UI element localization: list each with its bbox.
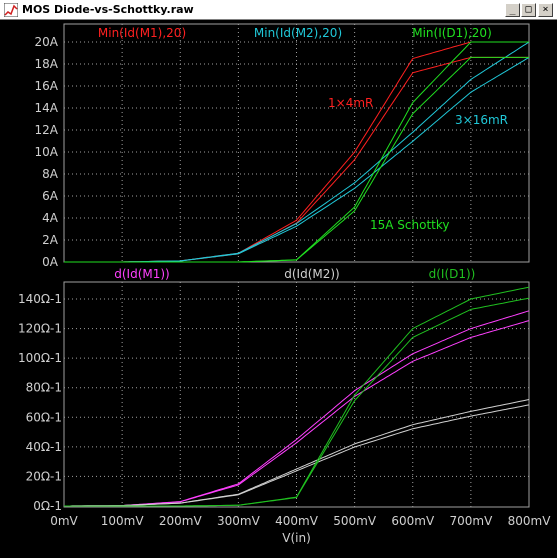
legend-m2[interactable]: Min(Id(M2),20) — [254, 26, 342, 40]
x-tick-label: 700mV — [449, 514, 493, 528]
minimize-button[interactable]: _ — [505, 3, 520, 17]
waveform-app-icon — [4, 3, 18, 17]
bottom-y-tick-label: 0Ω-1 — [33, 499, 62, 513]
annotation-m1: 1×4mR — [328, 96, 373, 110]
legend-m1[interactable]: Min(Id(M1),20) — [98, 26, 186, 40]
x-tick-label: 600mV — [391, 514, 435, 528]
trace-dd1 — [64, 286, 530, 507]
x-tick-labels: 0mV 100mV 200mV 300mV 400mV 500mV 600mV 700mV 80… — [50, 514, 551, 528]
top-y-tick-label: 0A — [42, 255, 59, 269]
maximize-button[interactable]: □ — [521, 3, 536, 17]
x-axis-label: V(in) — [282, 531, 311, 545]
bottom-y-tick-label: 40Ω-1 — [26, 440, 62, 454]
legend-dd1[interactable]: d(I(D1)) — [429, 267, 476, 281]
top-y-tick-label: 8A — [42, 167, 59, 181]
bottom-grid — [64, 282, 529, 507]
top-y-tick-label: 18A — [35, 57, 59, 71]
top-y-tick-label: 2A — [42, 233, 59, 247]
title-bar[interactable]: MOS Diode-vs-Schottky.raw _ □ × — [0, 0, 557, 20]
bottom-y-tick-label: 60Ω-1 — [26, 410, 62, 424]
top-y-tick-label: 14A — [35, 101, 59, 115]
top-legend: Min(Id(M1),20) Min(Id(M2),20) Min(I(D1),… — [98, 26, 492, 40]
bottom-y-tick-labels: 0Ω-1 20Ω-1 40Ω-1 60Ω-1 80Ω-1 100Ω-1 120Ω-1 140Ω… — [18, 292, 62, 513]
x-tick-label: 200mV — [159, 514, 203, 528]
legend-dm2[interactable]: d(Id(M2)) — [284, 267, 340, 281]
bottom-traces — [64, 286, 530, 507]
legend-d1[interactable]: Min(I(D1),20) — [412, 26, 492, 40]
bottom-y-tick-label: 20Ω-1 — [26, 469, 62, 483]
bottom-y-tick-label: 120Ω-1 — [18, 322, 62, 336]
top-plot-pane[interactable]: 0A 2A 4A 6A 8A 10A 12A 14A 16A 18A 20A Min(Id(M1),… — [35, 23, 530, 269]
x-tick-label: 800mV — [508, 514, 552, 528]
top-y-tick-label: 10A — [35, 145, 59, 159]
x-tick-label: 500mV — [333, 514, 377, 528]
legend-dm1[interactable]: d(Id(M1)) — [114, 267, 170, 281]
x-tick-label: 400mV — [275, 514, 319, 528]
top-y-tick-label: 6A — [42, 189, 59, 203]
bottom-y-tick-label: 80Ω-1 — [26, 381, 62, 395]
top-y-tick-label: 20A — [35, 35, 59, 49]
top-y-tick-label: 16A — [35, 79, 59, 93]
bottom-plot-pane[interactable]: 0Ω-1 20Ω-1 40Ω-1 60Ω-1 80Ω-1 100Ω-1 120Ω-1 140Ω… — [18, 267, 551, 545]
bottom-y-tick-label: 140Ω-1 — [18, 292, 62, 306]
x-tick-label: 300mV — [217, 514, 261, 528]
x-tick-label: 100mV — [101, 514, 145, 528]
waveform-plot-area[interactable]: 0A 2A 4A 6A 8A 10A 12A 14A 16A 18A 20A Min(Id(M1),… — [0, 20, 557, 558]
top-y-tick-labels: 0A 2A 4A 6A 8A 10A 12A 14A 16A 18A 20A — [35, 35, 59, 269]
close-button[interactable]: × — [538, 3, 553, 17]
top-y-tick-label: 4A — [42, 211, 59, 225]
annotation-m2: 3×16mR — [455, 113, 508, 127]
bottom-y-tick-label: 100Ω-1 — [18, 351, 62, 365]
bottom-legend: d(Id(M1)) d(Id(M2)) d(I(D1)) — [114, 267, 475, 281]
x-tick-label: 0mV — [50, 514, 78, 528]
top-y-tick-label: 12A — [35, 123, 59, 137]
window-title: MOS Diode-vs-Schottky.raw — [22, 3, 194, 16]
annotation-d1: 15A Schottky — [370, 218, 450, 232]
